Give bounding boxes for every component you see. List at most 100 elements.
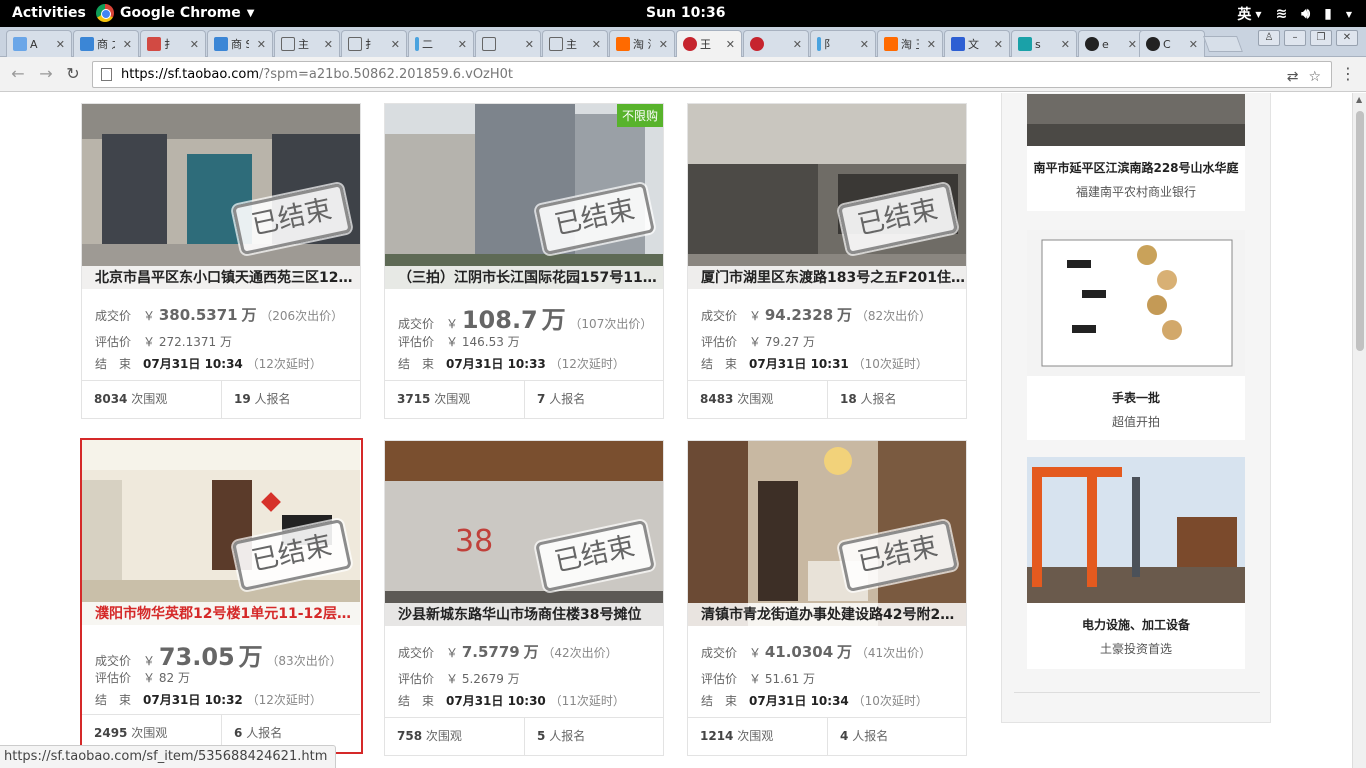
promo-photo[interactable] bbox=[1027, 457, 1245, 603]
eval-price-label: 评估价 bbox=[398, 335, 435, 349]
promo-photo[interactable] bbox=[1027, 230, 1245, 376]
close-icon[interactable]: ✕ bbox=[793, 38, 802, 51]
page-info-icon[interactable] bbox=[101, 68, 112, 81]
eval-price-label: 评估价 bbox=[701, 335, 738, 349]
end-time: 07月31日 10:31 bbox=[749, 357, 849, 371]
browser-tab[interactable]: 主 ✕ bbox=[542, 30, 608, 57]
close-icon[interactable]: ✕ bbox=[458, 38, 467, 51]
close-icon[interactable]: ✕ bbox=[525, 38, 534, 51]
auction-card[interactable]: 已结束 北京市昌平区东小口镇天通西苑三区12号楼... 成交价 ￥ 380.537… bbox=[81, 103, 361, 419]
browser-tab[interactable]: 阝 ✕ bbox=[810, 30, 876, 57]
promo-title[interactable]: 手表一批 bbox=[1027, 389, 1245, 406]
promo-title[interactable]: 南平市延平区江滨南路228号山水华庭 bbox=[1027, 159, 1245, 176]
browser-tab[interactable]: 二 ✕ bbox=[408, 30, 474, 57]
item-photo[interactable]: 不限购 已结束 bbox=[385, 104, 663, 289]
forward-button[interactable]: → bbox=[36, 64, 56, 83]
minimize-button[interactable]: – bbox=[1284, 30, 1306, 46]
item-photo[interactable]: 38 已结束 bbox=[385, 441, 663, 626]
delay-count: （11次延时） bbox=[549, 694, 625, 708]
close-icon[interactable]: ✕ bbox=[927, 38, 936, 51]
browser-tab[interactable]: 淘 浴 ✕ bbox=[609, 30, 675, 57]
close-icon[interactable]: ✕ bbox=[592, 38, 601, 51]
browser-tab[interactable]: s ✕ bbox=[1011, 30, 1077, 57]
item-title[interactable]: 清镇市青龙街道办事处建设路42号附2号... bbox=[688, 603, 966, 627]
browser-tab[interactable]: 商 S ✕ bbox=[207, 30, 273, 57]
tab-title: A bbox=[30, 37, 38, 51]
browser-tab[interactable]: 商 之 ✕ bbox=[73, 30, 139, 57]
auction-card[interactable]: 已结束 清镇市青龙街道办事处建设路42号附2号... 成交价 ￥ 41.0304 … bbox=[687, 440, 967, 756]
item-photo[interactable]: 已结束 bbox=[82, 440, 360, 625]
promo-title[interactable]: 电力设施、加工设备 bbox=[1027, 616, 1245, 633]
auction-card-hovered[interactable]: 已结束 濮阳市物华英郡12号楼1单元11-12层东户... 成交价 ￥ 73.05… bbox=[80, 438, 363, 754]
auction-card[interactable]: 已结束 厦门市湖里区东渡路183号之五F201住宅... 成交价 ￥ 94.232… bbox=[687, 103, 967, 419]
ime-indicator[interactable]: 英 bbox=[1237, 4, 1251, 24]
app-menu[interactable]: Google Chrome ▼ bbox=[96, 4, 254, 22]
auction-card[interactable]: 不限购 已结束 （三拍）江阴市长江国际花园157号1105室... 成交价 ￥ 1… bbox=[384, 103, 664, 419]
close-icon[interactable]: ✕ bbox=[860, 38, 869, 51]
profile-icon[interactable]: ♙ bbox=[1258, 30, 1280, 46]
deal-price-row: 成交价 ￥ 73.05 万 （83次出价） bbox=[95, 637, 342, 672]
views-count: 758 次围观 bbox=[385, 718, 524, 755]
translate-icon[interactable]: ⇄ bbox=[1287, 65, 1299, 90]
system-tray[interactable]: 英 ▼ ≋ 🔊︎ ▮ ▼ bbox=[1237, 4, 1352, 24]
eval-price-row: 评估价 ￥ 82 万 bbox=[95, 669, 190, 686]
browser-tab[interactable]: e ✕ bbox=[1078, 30, 1144, 57]
promo-photo[interactable] bbox=[1027, 94, 1245, 146]
address-bar[interactable]: https://sf.taobao.com/?spm=a21bo.50862.2… bbox=[92, 61, 1332, 88]
activities-button[interactable]: Activities bbox=[12, 5, 86, 21]
close-icon[interactable]: ✕ bbox=[1061, 38, 1070, 51]
browser-tab[interactable]: ✕ bbox=[475, 30, 541, 57]
close-icon[interactable]: ✕ bbox=[190, 38, 199, 51]
item-title[interactable]: 濮阳市物华英郡12号楼1单元11-12层东户... bbox=[82, 602, 360, 626]
close-icon[interactable]: ✕ bbox=[659, 38, 668, 51]
promo-card[interactable]: 手表一批 超值开拍 bbox=[1027, 230, 1245, 440]
browser-tab[interactable]: A ✕ bbox=[6, 30, 72, 57]
item-title[interactable]: 北京市昌平区东小口镇天通西苑三区12号楼... bbox=[82, 266, 360, 290]
chrome-menu-icon[interactable]: ⋮ bbox=[1340, 64, 1356, 83]
maximize-button[interactable]: ❐ bbox=[1310, 30, 1332, 46]
promo-card[interactable]: 电力设施、加工设备 土豪投资首选 bbox=[1027, 457, 1245, 669]
item-photo[interactable]: 已结束 bbox=[82, 104, 360, 289]
close-icon[interactable]: ✕ bbox=[391, 38, 400, 51]
close-icon[interactable]: ✕ bbox=[324, 38, 333, 51]
item-photo[interactable]: 已结束 bbox=[688, 104, 966, 289]
divider bbox=[1014, 692, 1260, 693]
scroll-up-icon[interactable]: ▲ bbox=[1356, 95, 1362, 104]
delay-count: （12次延时） bbox=[246, 357, 322, 371]
close-icon[interactable]: ✕ bbox=[56, 38, 65, 51]
close-window-button[interactable]: ✕ bbox=[1336, 30, 1358, 46]
browser-tab[interactable]: C ✕ bbox=[1139, 30, 1205, 57]
scrollbar-thumb[interactable] bbox=[1356, 111, 1364, 351]
browser-tab[interactable]: 淘 王 ✕ bbox=[877, 30, 943, 57]
card-stats: 1214 次围观 4 人报名 bbox=[688, 717, 966, 755]
close-icon[interactable]: ✕ bbox=[994, 38, 1003, 51]
close-icon[interactable]: ✕ bbox=[726, 38, 735, 51]
browser-tab[interactable]: 文 ✕ bbox=[944, 30, 1010, 57]
document-icon bbox=[348, 37, 362, 51]
browser-tab[interactable]: 主 ✕ bbox=[274, 30, 340, 57]
browser-tab[interactable]: 扌 ✕ bbox=[341, 30, 407, 57]
window-controls: ♙ – ❐ ✕ bbox=[1258, 30, 1358, 46]
auction-card[interactable]: 38 已结束 沙县新城东路华山市场商住楼38号摊位 成交价 ￥ 7.5779 万 … bbox=[384, 440, 664, 756]
clock[interactable]: Sun 10:36 bbox=[646, 5, 725, 21]
close-icon[interactable]: ✕ bbox=[1189, 38, 1198, 51]
item-title[interactable]: （三拍）江阴市长江国际花园157号1105室... bbox=[385, 266, 663, 290]
item-title[interactable]: 厦门市湖里区东渡路183号之五F201住宅... bbox=[688, 266, 966, 290]
item-photo[interactable]: 已结束 bbox=[688, 441, 966, 626]
item-title[interactable]: 沙县新城东路华山市场商住楼38号摊位 bbox=[385, 603, 663, 627]
browser-tab[interactable]: ✕ bbox=[743, 30, 809, 57]
vertical-scrollbar[interactable]: ▲ bbox=[1352, 93, 1366, 768]
back-button[interactable]: ← bbox=[8, 64, 28, 83]
new-tab-button[interactable] bbox=[1203, 36, 1243, 52]
browser-tab[interactable]: 扌 ✕ bbox=[140, 30, 206, 57]
end-time-row: 结 束 07月31日 10:31 （10次延时） bbox=[701, 355, 928, 372]
close-icon[interactable]: ✕ bbox=[123, 38, 132, 51]
eval-price-label: 评估价 bbox=[701, 672, 738, 686]
close-icon[interactable]: ✕ bbox=[257, 38, 266, 51]
link-status-bar: https://sf.taobao.com/sf_item/5356884246… bbox=[0, 745, 337, 768]
reload-button[interactable]: ↻ bbox=[63, 64, 83, 83]
promo-card[interactable]: 南平市延平区江滨南路228号山水华庭 福建南平农村商业银行 bbox=[1027, 94, 1245, 211]
close-icon[interactable]: ✕ bbox=[1128, 38, 1137, 51]
bookmark-star-icon[interactable]: ☆ bbox=[1308, 65, 1321, 90]
browser-tab-active[interactable]: 王 ✕ bbox=[676, 30, 742, 57]
